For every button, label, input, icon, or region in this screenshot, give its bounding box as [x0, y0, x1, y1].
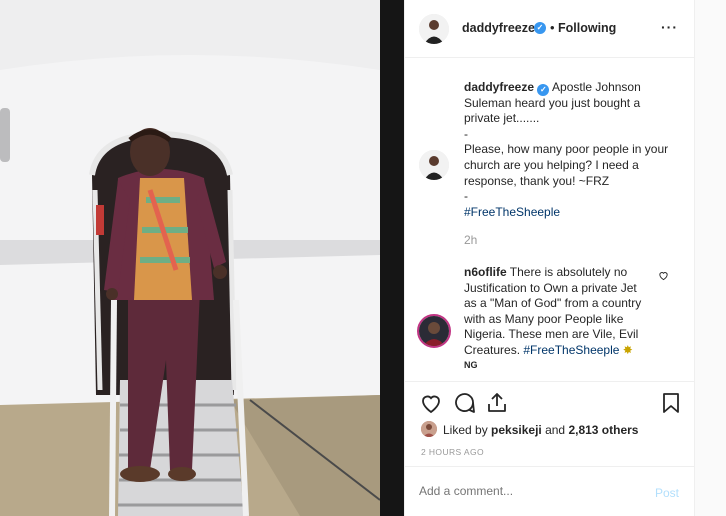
caption-line-0: Apostle Johnson	[552, 80, 641, 94]
author-username[interactable]: daddyfreeze	[462, 21, 535, 35]
jet-photo-illustration	[0, 0, 380, 516]
action-bar	[405, 381, 695, 421]
comment-last-line: Creatures.	[464, 342, 524, 357]
likes-prefix: Liked by	[443, 423, 492, 437]
commenter-avatar-image	[419, 316, 449, 346]
caption-line-5: church are you helping? I need a	[464, 157, 639, 172]
caption-author-avatar[interactable]	[419, 150, 449, 180]
likes-middle: and	[541, 423, 569, 437]
like-comment-heart-icon[interactable]	[658, 270, 669, 281]
follow-separator: •	[550, 20, 555, 35]
post-image[interactable]	[0, 0, 380, 516]
caption-line-4: Please, how many poor people in your	[464, 142, 669, 157]
author-avatar-image	[419, 14, 449, 44]
add-comment-bar: Post	[405, 466, 695, 516]
add-comment-input[interactable]	[419, 484, 639, 498]
more-options-icon[interactable]: ···	[661, 19, 678, 35]
liker-username[interactable]: peksikeji	[491, 423, 542, 437]
comment-line-1: Justification to Own a private Jet	[464, 280, 637, 295]
likes-count-link[interactable]: 2,813 others	[568, 423, 638, 437]
comment-hashtag-link[interactable]: #FreeTheSheeple	[523, 343, 619, 357]
post-timestamp[interactable]: 2 HOURS AGO	[421, 447, 484, 457]
comment-line-2: as a "Man of God" from a country	[464, 296, 642, 311]
caption-line-7: -	[464, 189, 468, 204]
share-icon[interactable]	[485, 391, 509, 415]
verified-badge-icon: ✓	[534, 22, 546, 34]
caption-hashtag-link[interactable]: #FreeTheSheeple	[464, 205, 684, 221]
liker-avatar[interactable]	[421, 421, 437, 437]
caption-line-1: Suleman heard you just bought a	[464, 95, 641, 110]
post-caption: daddyfreeze ✓ Apostle Johnson Suleman he…	[464, 80, 684, 220]
comment-line-3: with as Many poor People like	[464, 311, 624, 326]
post-comment-button[interactable]: Post	[655, 486, 679, 500]
caption-username[interactable]: daddyfreeze	[464, 80, 534, 94]
commenter-username[interactable]: n6oflife	[464, 265, 507, 279]
liker-avatar-image	[421, 421, 437, 437]
photo-divider	[380, 0, 404, 516]
like-heart-icon[interactable]	[419, 391, 443, 415]
comment-item: n6oflife There is absolutely no Justific…	[464, 265, 664, 359]
caption-verified-icon: ✓	[537, 84, 550, 96]
caption-line-2: private jet.......	[464, 111, 540, 126]
comment-bubble-icon[interactable]	[453, 391, 477, 415]
caption-line-6: response, thank you! ~FRZ	[464, 173, 610, 188]
post-header: daddyfreeze ✓ • Following ···	[405, 0, 695, 58]
save-bookmark-icon[interactable]	[659, 391, 683, 415]
caption-timestamp[interactable]: 2h	[464, 233, 477, 247]
post-side-panel: daddyfreeze ✓ • Following ··· daddyfreez…	[404, 0, 695, 516]
page-scrollbar[interactable]	[694, 0, 726, 516]
following-button[interactable]: Following	[558, 21, 616, 35]
caption-line-3: -	[464, 126, 468, 141]
caption-avatar-image	[419, 150, 449, 180]
comment-meta: NG	[464, 360, 478, 370]
sparkle-emoji-icon: ✸	[622, 342, 633, 357]
comment-line-4: Nigeria. These men are Vile, Evil	[464, 327, 639, 342]
commenter-avatar[interactable]	[417, 314, 451, 348]
likes-summary: Liked by peksikeji and 2,813 others	[443, 423, 638, 437]
comment-line-0: There is absolutely no	[509, 265, 628, 279]
author-avatar[interactable]	[419, 14, 449, 44]
